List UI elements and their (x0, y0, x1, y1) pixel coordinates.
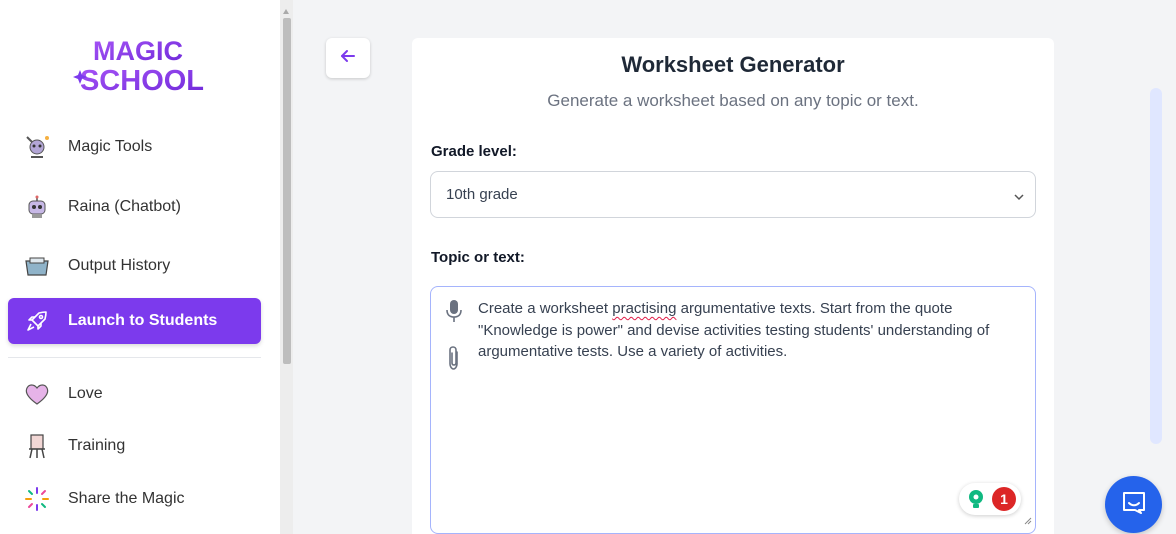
heart-icon (22, 379, 52, 409)
chat-icon (1121, 490, 1147, 519)
magicschool-logo[interactable]: MAGIC SCHOOL (72, 32, 207, 97)
sidebar-item-label: Love (68, 385, 103, 402)
sidebar-item-magic-tools[interactable]: Magic Tools (8, 124, 261, 170)
grade-level-value: 10th grade (446, 186, 518, 203)
sidebar-item-label: Share the Magic (68, 490, 185, 507)
grammarly-widget[interactable]: 1 (959, 483, 1021, 515)
sidebar-item-label: Launch to Students (68, 312, 218, 329)
rocket-icon (22, 306, 52, 336)
chat-support-button[interactable] (1105, 476, 1162, 533)
page-subtitle: Generate a worksheet based on any topic … (547, 91, 919, 110)
sidebar-item-raina-chatbot[interactable]: Raina (Chatbot) (8, 184, 261, 230)
resize-handle-icon[interactable] (1024, 512, 1032, 530)
arrow-left-icon (339, 47, 357, 70)
back-button[interactable] (326, 38, 370, 78)
grade-level-select[interactable]: 10th grade (430, 171, 1036, 218)
sidebar-item-label: Training (68, 437, 126, 454)
sidebar-item-share-the-magic[interactable]: Share the Magic (8, 476, 261, 522)
robot-icon (22, 192, 52, 222)
svg-text:SCHOOL: SCHOOL (80, 65, 204, 96)
sidebar-item-love[interactable]: Love (8, 371, 261, 417)
topic-label: Topic or text: (431, 249, 525, 266)
topic-text-before: Create a worksheet (478, 300, 613, 317)
sidebar-item-label: Magic Tools (68, 138, 153, 155)
lightbulb-icon[interactable] (965, 488, 987, 515)
easel-icon (22, 431, 52, 461)
sidebar-item-label: Output History (68, 257, 171, 274)
sidebar-item-label: Raina (Chatbot) (68, 198, 181, 215)
sparkle-icon (22, 484, 52, 514)
scroll-up-arrow-icon[interactable] (283, 9, 289, 14)
microphone-icon[interactable] (445, 299, 463, 328)
paperclip-icon[interactable] (447, 345, 461, 376)
page-title: Worksheet Generator (621, 52, 845, 77)
main-scrollbar[interactable] (1150, 88, 1162, 444)
chevron-down-icon (1013, 189, 1025, 207)
grammarly-issue-count[interactable]: 1 (992, 487, 1016, 511)
sidebar-item-launch-to-students[interactable]: Launch to Students (8, 298, 261, 344)
sidebar-scrollbar[interactable] (280, 0, 293, 534)
svg-text:MAGIC: MAGIC (93, 36, 183, 66)
magic-tools-icon (22, 132, 52, 162)
sidebar: MAGIC SCHOOL Magic Tools Raina (Chatbot) (0, 0, 280, 534)
worksheet-generator-card: Worksheet Generator Generate a worksheet… (412, 38, 1054, 534)
sidebar-divider (8, 357, 261, 358)
sidebar-item-output-history[interactable]: Output History (8, 243, 261, 289)
grade-level-label: Grade level: (431, 143, 517, 160)
topic-text: Create a worksheet practising argumentat… (478, 298, 1018, 363)
scrollbar-thumb[interactable] (283, 18, 291, 364)
sidebar-item-training[interactable]: Training (8, 423, 261, 469)
spelling-flagged-word[interactable]: practising (612, 300, 676, 317)
history-icon (22, 251, 52, 281)
topic-textarea[interactable]: Create a worksheet practising argumentat… (430, 286, 1036, 534)
